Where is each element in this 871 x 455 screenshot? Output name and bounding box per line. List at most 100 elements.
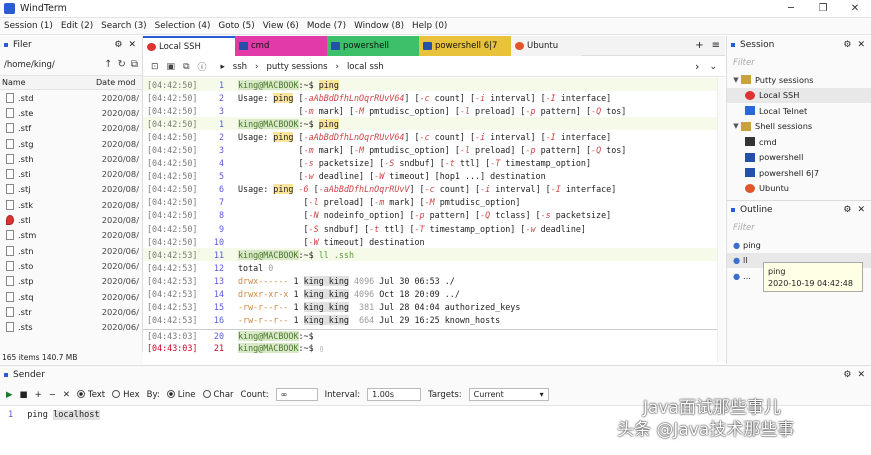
count-input[interactable]: ∞ [275, 388, 318, 401]
session-item-powershell-6-7[interactable]: powershell 6|7 [727, 165, 871, 181]
file-date: 2020/08/ [101, 123, 139, 134]
menu-session[interactable]: Session (1) [0, 18, 57, 35]
remove-icon[interactable]: − [49, 390, 56, 400]
text-segment: Oct 18 20:09 ../ [374, 289, 460, 300]
path-input[interactable]: /home/king/ [4, 60, 99, 70]
copy-icon[interactable]: ⧉ [131, 59, 138, 70]
session-item-putty-sessions[interactable]: ▼ Putty sessions [727, 72, 871, 88]
file-row[interactable]: .sth 2020/08/ [0, 151, 142, 166]
file-row[interactable]: .stg 2020/08/ [0, 136, 142, 151]
close-button[interactable]: ✕ [839, 0, 871, 18]
session-filter-input[interactable]: Filter [727, 54, 871, 72]
menu-view[interactable]: View (6) [259, 18, 303, 35]
add-icon[interactable]: + [35, 390, 42, 400]
settings-gear-icon[interactable]: ⚙ [843, 205, 851, 215]
outline-header: Outline ⚙ ✕ [727, 201, 871, 219]
file-row[interactable]: .sts 2020/06/ [0, 319, 142, 334]
tab-powershell[interactable]: powershell [327, 36, 419, 56]
close-panel-icon[interactable]: ✕ [128, 40, 136, 50]
add-tab-button[interactable]: + [695, 36, 703, 55]
watermark: Java面试那些事儿 头条 @Java技术那些事 [617, 397, 794, 441]
file-row[interactable]: .stm 2020/08/ [0, 228, 142, 243]
session-item-ubuntu[interactable]: Ubuntu [727, 181, 871, 197]
file-row[interactable]: .sti 2020/08/ [0, 166, 142, 181]
copy-session-icon[interactable]: ⧉ [183, 62, 189, 72]
column-name[interactable]: Name [0, 76, 96, 89]
hex-radio[interactable]: Hex [112, 390, 140, 400]
tab-local-ssh[interactable]: Local SSH [143, 36, 235, 56]
text-segment: -aAbBdDfhLnOqrRUvV64 [303, 131, 405, 142]
info-icon[interactable]: ⓘ [198, 60, 207, 73]
file-row[interactable]: .stk 2020/08/ [0, 197, 142, 212]
file-row[interactable]: .stp 2020/06/ [0, 274, 142, 289]
terminal-toolbar: ⊡ ▣ ⧉ ⓘ ▸ ssh › putty sessions › local s… [143, 57, 725, 77]
refresh-icon[interactable]: ↻ [117, 59, 125, 70]
chevron-down-icon[interactable]: ⌄ [709, 62, 717, 72]
terminal-scrollbar[interactable] [717, 78, 725, 362]
text-segment: -M [424, 197, 435, 208]
tab-cmd[interactable]: cmd [235, 36, 327, 56]
menu-window[interactable]: Window (8) [350, 18, 408, 35]
maximize-button[interactable]: ❐ [807, 0, 839, 18]
text-radio[interactable]: Text [76, 390, 105, 400]
outline-item[interactable]: ● ping [727, 237, 871, 253]
breadcrumb-ssh[interactable]: ssh [233, 62, 247, 72]
menu-goto[interactable]: Goto (5) [214, 18, 258, 35]
tab-ubuntu[interactable]: Ubuntu [511, 36, 581, 56]
file-name: .stg [18, 138, 34, 149]
text-segment: drwxr-xr-x [238, 289, 289, 300]
text-segment: pmtudisc_option] [ [364, 105, 460, 116]
session-item-powershell[interactable]: powershell [727, 150, 871, 166]
minimize-button[interactable]: ─ [775, 0, 807, 18]
close-panel-icon[interactable]: ✕ [857, 370, 865, 380]
session-item-local-ssh[interactable]: Local SSH [727, 87, 871, 103]
stop-icon[interactable]: ■ [20, 390, 28, 400]
breadcrumb-local-ssh[interactable]: local ssh [347, 62, 384, 72]
interval-input[interactable]: 1.00s [367, 388, 422, 401]
tab-menu-button[interactable]: ≡ [712, 36, 720, 55]
chevron-right-icon[interactable]: › [695, 60, 699, 73]
up-arrow-icon[interactable]: ↑ [104, 59, 112, 70]
column-date[interactable]: Date mod [96, 76, 135, 89]
close-panel-icon[interactable]: ✕ [857, 205, 865, 215]
line-number: 15 [213, 302, 224, 313]
file-row[interactable]: .stj 2020/08/ [0, 182, 142, 197]
settings-gear-icon[interactable]: ⚙ [843, 40, 851, 50]
menu-mode[interactable]: Mode (7) [303, 18, 350, 35]
menu-search[interactable]: Search (3) [97, 18, 150, 35]
terminal-output[interactable]: [04:42:50] 1 king@MACBOOK:~$ ping [04:42:50… [143, 78, 717, 362]
menu-edit[interactable]: Edit (2) [57, 18, 97, 35]
file-row[interactable]: .stf 2020/08/ [0, 121, 142, 136]
chevron-down-icon[interactable]: ▼ [731, 122, 741, 130]
session-item-local-telnet[interactable]: Local Telnet [727, 103, 871, 119]
play-icon[interactable]: ▶ [6, 390, 13, 400]
file-row[interactable]: .str 2020/06/ [0, 304, 142, 319]
file-row[interactable]: .ste 2020/08/ [0, 105, 142, 120]
outline-filter-input[interactable]: Filter [727, 219, 871, 237]
split-icon[interactable]: ▣ [167, 62, 176, 72]
line-number: 14 [213, 289, 224, 300]
settings-gear-icon[interactable]: ⚙ [114, 40, 122, 50]
timestamp: [04:42:50] [147, 131, 198, 142]
session-item-shell-sessions[interactable]: ▼ Shell sessions [727, 119, 871, 135]
file-row[interactable]: .stn 2020/06/ [0, 243, 142, 258]
line-radio[interactable]: Line [166, 390, 196, 400]
file-row[interactable]: .stq 2020/06/ [0, 289, 142, 304]
breadcrumb-putty[interactable]: putty sessions [266, 62, 327, 72]
terminal-line: [04:43:03] 20 king@MACBOOK:~$ [143, 328, 717, 342]
menu-selection[interactable]: Selection (4) [151, 18, 215, 35]
close-icon[interactable]: ✕ [63, 390, 70, 400]
session-item-cmd[interactable]: cmd [727, 134, 871, 150]
tab-powershell-6-7[interactable]: powershell 6|7 [419, 36, 511, 56]
chevron-down-icon[interactable]: ▼ [731, 76, 741, 84]
char-radio[interactable]: Char [202, 390, 234, 400]
menu-help[interactable]: Help (0) [408, 18, 451, 35]
file-row[interactable]: .sto 2020/06/ [0, 258, 142, 273]
close-panel-icon[interactable]: ✕ [857, 40, 865, 50]
file-row[interactable]: .std 2020/08/ [0, 90, 142, 105]
new-tab-icon[interactable]: ⊡ [151, 62, 159, 72]
settings-gear-icon[interactable]: ⚙ [843, 370, 851, 380]
file-row[interactable]: .stl 2020/08/ [0, 212, 142, 227]
terminal-line: [04:42:53] 13 drwx------ 1 king king 4096 … [143, 274, 717, 287]
targets-select[interactable]: Current ▾ [468, 388, 549, 401]
